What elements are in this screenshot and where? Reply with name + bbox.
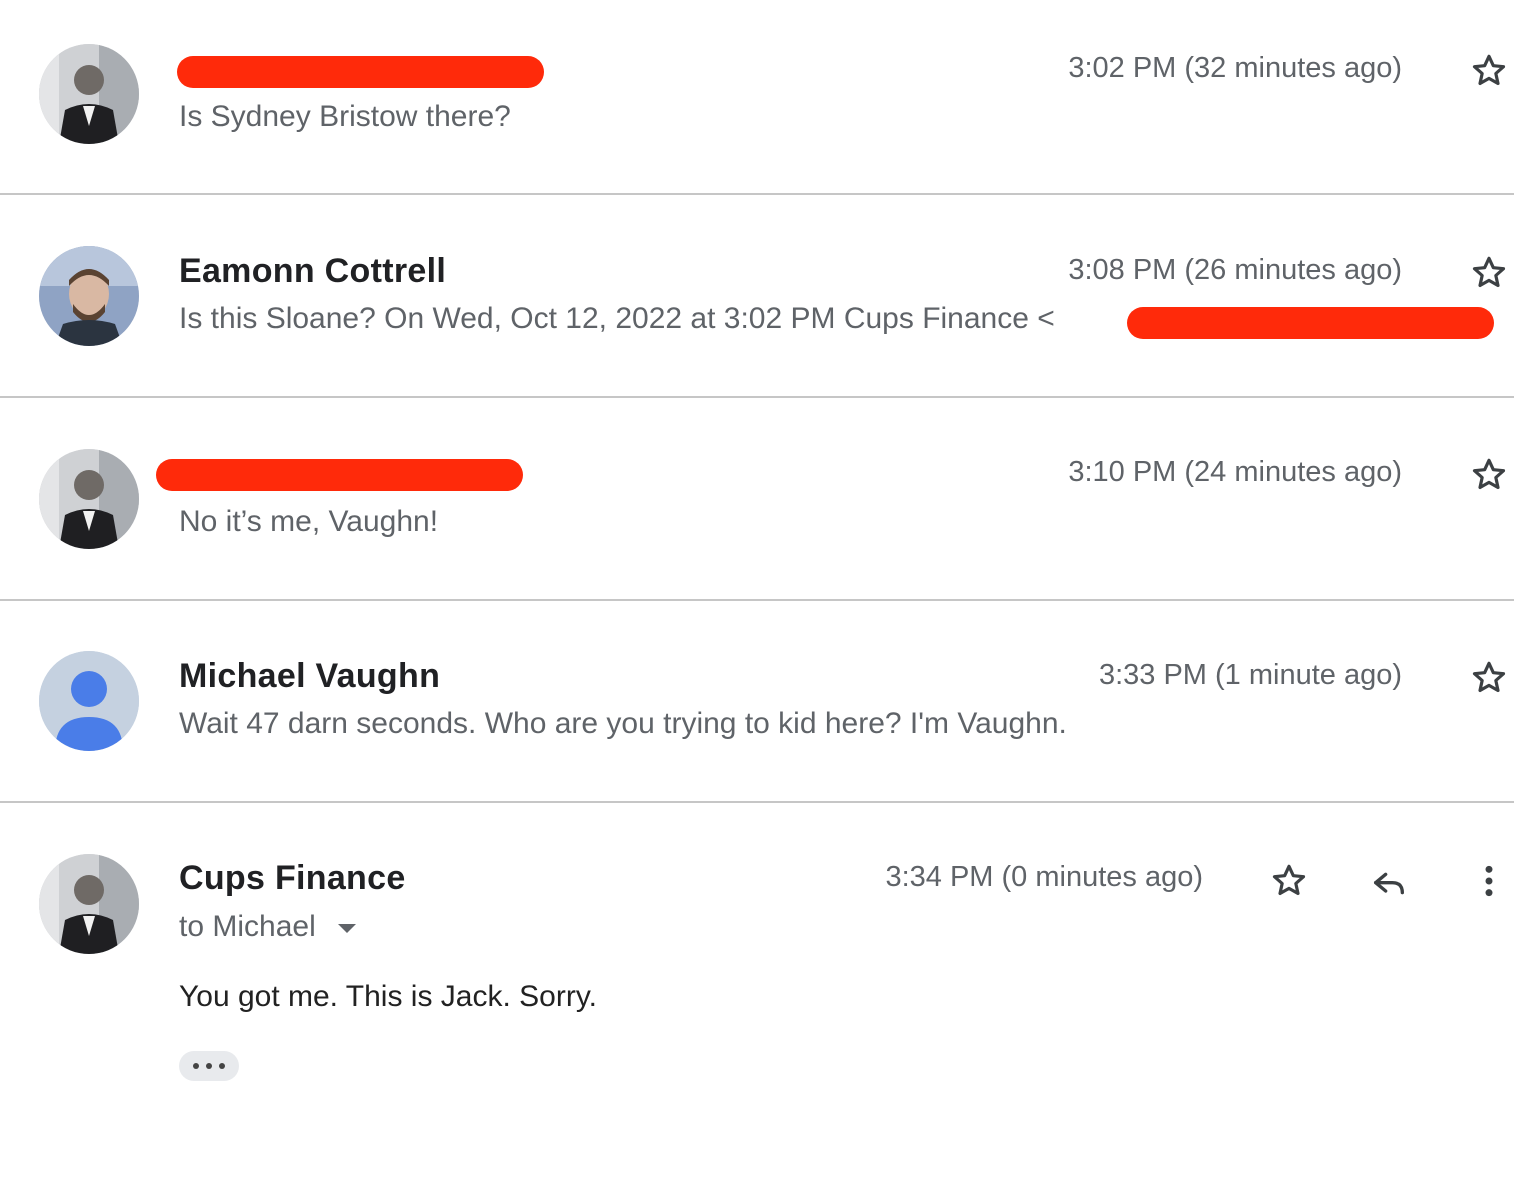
sender-avatar bbox=[39, 44, 139, 144]
message-snippet: No it’s me, Vaughn! bbox=[179, 505, 439, 538]
default-person-icon bbox=[39, 651, 139, 751]
star-icon[interactable] bbox=[1469, 253, 1509, 293]
message-snippet: Is this Sloane? On Wed, Oct 12, 2022 at … bbox=[179, 302, 1055, 335]
message-collapsed[interactable]: Michael Vaughn Wait 47 darn seconds. Who… bbox=[0, 601, 1514, 801]
message-divider bbox=[0, 193, 1514, 195]
message-collapsed[interactable]: No it’s me, Vaughn! 3:10 PM (24 minutes … bbox=[0, 398, 1514, 598]
redacted-email-address bbox=[1127, 307, 1494, 339]
message-expanded: Cups Finance to Michael 3:34 PM (0 minut… bbox=[0, 803, 1514, 1183]
sender-avatar bbox=[39, 449, 139, 549]
message-timestamp: 3:02 PM (32 minutes ago) bbox=[1068, 52, 1402, 84]
message-timestamp: 3:10 PM (24 minutes ago) bbox=[1068, 456, 1402, 488]
sender-avatar bbox=[39, 246, 139, 346]
star-icon[interactable] bbox=[1469, 658, 1509, 698]
show-trimmed-content-button[interactable] bbox=[179, 1051, 239, 1081]
star-icon[interactable] bbox=[1469, 455, 1509, 495]
ellipsis-icon bbox=[193, 1063, 199, 1069]
message-collapsed[interactable]: Is Sydney Bristow there? 3:02 PM (32 min… bbox=[0, 0, 1514, 194]
message-snippet: Is Sydney Bristow there? bbox=[179, 100, 511, 133]
email-thread: Is Sydney Bristow there? 3:02 PM (32 min… bbox=[0, 0, 1524, 1190]
dropdown-arrow-icon[interactable] bbox=[336, 921, 358, 935]
ellipsis-icon bbox=[206, 1063, 212, 1069]
redacted-sender-name bbox=[177, 56, 544, 88]
star-icon[interactable] bbox=[1469, 51, 1509, 91]
message-body: You got me. This is Jack. Sorry. bbox=[179, 980, 597, 1013]
message-timestamp: 3:33 PM (1 minute ago) bbox=[1098, 659, 1402, 691]
sender-name: Eamonn Cottrell bbox=[179, 252, 447, 290]
sender-name: Michael Vaughn bbox=[179, 657, 441, 695]
message-collapsed[interactable]: Eamonn Cottrell Is this Sloane? On Wed, … bbox=[0, 196, 1514, 396]
message-timestamp: 3:34 PM (0 minutes ago) bbox=[885, 861, 1203, 893]
reply-icon[interactable] bbox=[1369, 861, 1409, 901]
recipients-text: to Michael bbox=[179, 910, 316, 943]
ellipsis-icon bbox=[219, 1063, 225, 1069]
sender-name: Cups Finance bbox=[179, 859, 406, 897]
message-snippet: Wait 47 darn seconds. Who are you trying… bbox=[179, 707, 1067, 740]
redacted-sender-name bbox=[156, 459, 523, 491]
message-timestamp: 3:08 PM (26 minutes ago) bbox=[1068, 254, 1402, 286]
recipients-line[interactable]: to Michael bbox=[179, 910, 358, 944]
star-icon[interactable] bbox=[1269, 861, 1309, 901]
sender-avatar bbox=[39, 854, 139, 954]
more-vert-icon[interactable] bbox=[1469, 861, 1509, 901]
